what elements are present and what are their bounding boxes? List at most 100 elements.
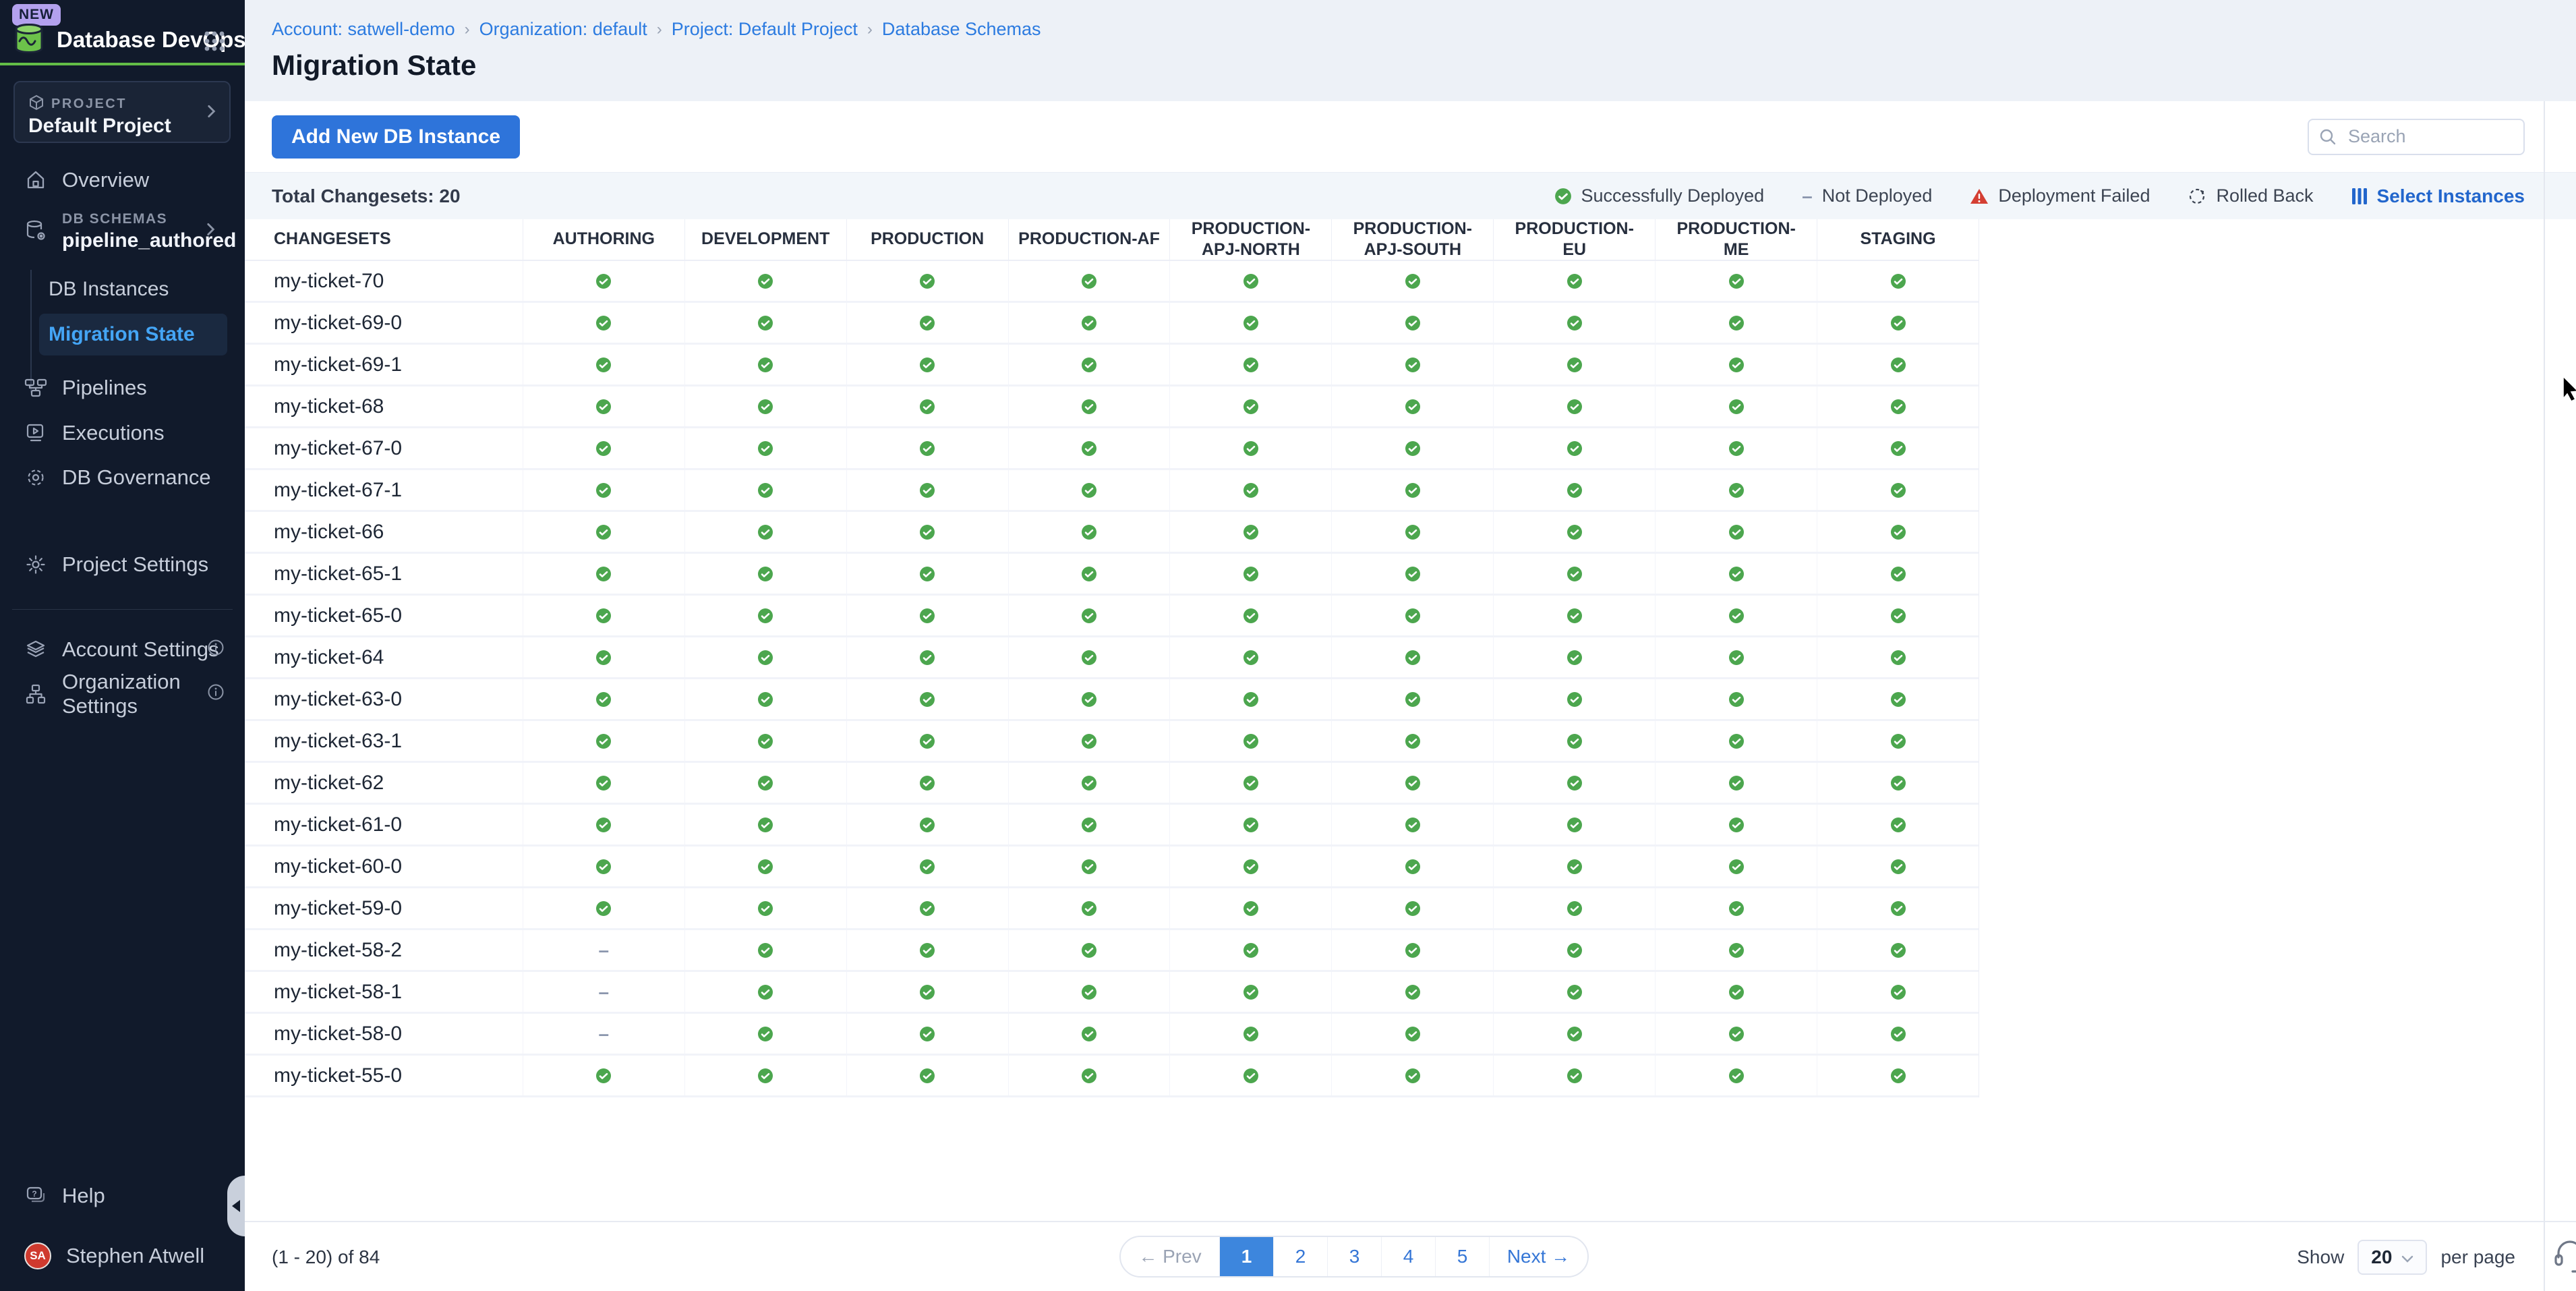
changeset-name: my-ticket-64	[245, 637, 523, 677]
add-new-db-instance-button[interactable]: Add New DB Instance	[272, 115, 520, 159]
status-deployed-icon	[1728, 1068, 1745, 1084]
status-cell-deployed	[684, 470, 846, 510]
sidebar-item-db-instances[interactable]: DB Instances	[39, 268, 227, 310]
status-cell-deployed	[1493, 596, 1655, 635]
page-button-1[interactable]: 1	[1219, 1237, 1273, 1276]
support-headset-icon[interactable]	[2552, 1237, 2576, 1277]
status-cell-deployed	[523, 596, 684, 635]
changeset-name: my-ticket-66	[245, 512, 523, 552]
status-deployed-icon	[919, 524, 935, 540]
page-button-5[interactable]: 5	[1435, 1237, 1489, 1276]
table-row: my-ticket-65-0	[245, 596, 1979, 637]
sidebar-item-pipelines[interactable]: Pipelines	[0, 368, 245, 408]
status-deployed-icon	[1728, 691, 1745, 708]
page-size-select[interactable]: 20	[2358, 1240, 2427, 1275]
sidebar-item-db-governance[interactable]: DB Governance	[0, 457, 245, 498]
status-deployed-icon	[1081, 691, 1097, 708]
status-deployed-icon	[1728, 566, 1745, 582]
page-button-4[interactable]: 4	[1381, 1237, 1435, 1276]
status-deployed-icon	[1567, 315, 1583, 331]
status-deployed-icon	[1405, 775, 1421, 791]
status-cell-deployed	[1493, 554, 1655, 594]
sidebar-item-project-settings[interactable]: Project Settings	[0, 544, 245, 585]
status-cell-deployed	[1169, 428, 1331, 468]
breadcrumb-account[interactable]: Account: satwell-demo	[272, 19, 455, 40]
status-cell-deployed	[684, 888, 846, 928]
status-cell-deployed	[1331, 345, 1493, 384]
status-deployed-icon	[1243, 357, 1259, 373]
status-cell-deployed	[1331, 386, 1493, 426]
sidebar-item-label: Project Settings	[62, 552, 208, 577]
sidebar-item-organization-settings[interactable]: Organization Settings	[0, 674, 245, 714]
next-page-button[interactable]: Next →	[1489, 1237, 1587, 1276]
breadcrumb-project[interactable]: Project: Default Project	[672, 19, 858, 40]
status-cell-deployed	[684, 303, 846, 343]
select-instances-button[interactable]: Select Instances	[2351, 185, 2525, 207]
status-cell-deployed	[1655, 596, 1817, 635]
sidebar-item-db-schemas[interactable]: DB SCHEMAS pipeline_authored	[0, 202, 245, 260]
table-row: my-ticket-59-0	[245, 888, 1979, 930]
changeset-name: my-ticket-60-0	[245, 847, 523, 886]
status-cell-deployed	[846, 972, 1008, 1012]
column-header-production-me: PRODUCTION-ME	[1655, 219, 1817, 260]
legend-not-deployed: – Not Deployed	[1802, 185, 1932, 207]
project-selector[interactable]: PROJECT Default Project	[13, 81, 231, 143]
status-cell-deployed	[1655, 679, 1817, 719]
status-deployed-icon	[595, 524, 612, 540]
dash-icon: –	[1802, 185, 1813, 207]
status-deployed-icon	[1405, 1068, 1421, 1084]
status-deployed-icon	[1243, 984, 1259, 1000]
status-deployed-icon	[1405, 273, 1421, 289]
status-deployed-icon	[1567, 733, 1583, 749]
pipelines-icon	[24, 378, 47, 398]
page-button-2[interactable]: 2	[1273, 1237, 1327, 1276]
status-cell-deployed	[1655, 888, 1817, 928]
changeset-name: my-ticket-58-1	[245, 972, 523, 1012]
status-deployed-icon	[1243, 524, 1259, 540]
status-deployed-icon	[595, 440, 612, 457]
column-header-development: DEVELOPMENT	[684, 219, 846, 260]
search-input[interactable]	[2308, 119, 2525, 155]
status-cell-deployed	[1331, 261, 1493, 301]
changeset-name: my-ticket-67-0	[245, 428, 523, 468]
status-deployed-icon	[1081, 984, 1097, 1000]
status-cell-deployed	[846, 512, 1008, 552]
status-deployed-icon	[757, 273, 773, 289]
status-cell-deployed	[1655, 512, 1817, 552]
status-deployed-icon	[1728, 733, 1745, 749]
status-cell-deployed	[1008, 470, 1170, 510]
pagination-range: (1 - 20) of 84	[272, 1246, 380, 1268]
status-deployed-icon	[919, 775, 935, 791]
status-deployed-icon	[1890, 859, 1906, 875]
sidebar-item-label: Overview	[62, 168, 149, 192]
status-cell-deployed	[1169, 470, 1331, 510]
sidebar-item-migration-state[interactable]: Migration State	[39, 314, 227, 355]
status-deployed-icon	[595, 775, 612, 791]
sidebar-item-account-settings[interactable]: Account Settings	[0, 629, 245, 670]
breadcrumb-database-schemas[interactable]: Database Schemas	[882, 19, 1041, 40]
status-cell-deployed	[523, 763, 684, 803]
sidebar-item-executions[interactable]: Executions	[0, 413, 245, 453]
apps-grid-icon[interactable]	[203, 30, 226, 56]
show-label: Show	[2297, 1246, 2344, 1268]
status-deployed-icon	[1890, 608, 1906, 624]
status-deployed-icon	[595, 650, 612, 666]
table-row: my-ticket-58-0–	[245, 1014, 1979, 1056]
breadcrumb-organization[interactable]: Organization: default	[479, 19, 647, 40]
prev-page-button[interactable]: ← Prev	[1121, 1237, 1219, 1276]
status-cell-deployed	[1493, 847, 1655, 886]
status-cell-deployed	[1008, 554, 1170, 594]
status-cell-deployed	[1493, 345, 1655, 384]
status-deployed-icon	[919, 566, 935, 582]
user-menu[interactable]: SA Stephen Atwell	[0, 1236, 245, 1276]
sidebar-collapse-handle[interactable]	[227, 1176, 245, 1236]
db-schema-icon	[24, 219, 47, 243]
status-cell-deployed	[1817, 261, 1979, 301]
status-cell-deployed	[846, 345, 1008, 384]
sidebar-item-help[interactable]: ? Help	[0, 1176, 245, 1216]
sidebar-item-overview[interactable]: Overview	[0, 160, 245, 200]
status-deployed-icon	[1081, 357, 1097, 373]
page-button-3[interactable]: 3	[1327, 1237, 1381, 1276]
changeset-name: my-ticket-65-1	[245, 554, 523, 594]
status-legend: Successfully Deployed – Not Deployed Dep…	[1554, 185, 2525, 207]
